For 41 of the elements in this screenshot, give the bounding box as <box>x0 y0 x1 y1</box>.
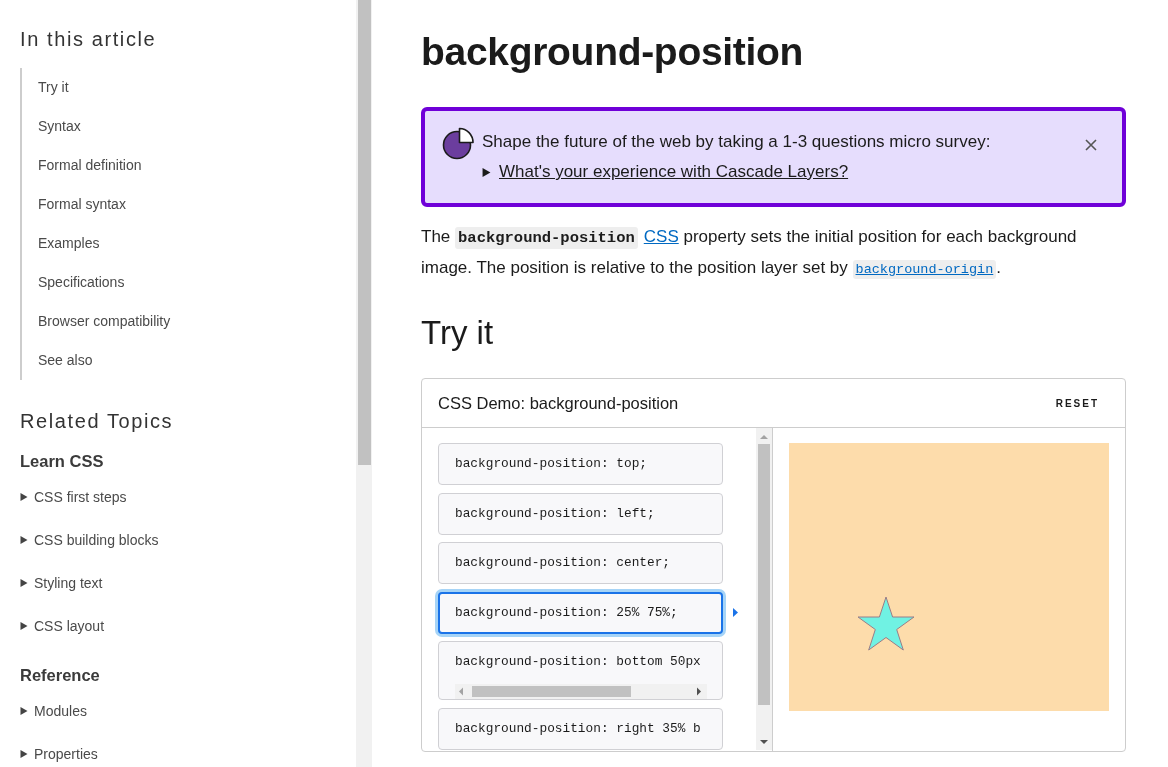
toc-link[interactable]: Formal syntax <box>22 195 126 214</box>
toc-link[interactable]: Formal definition <box>22 156 142 175</box>
toc-link[interactable]: Syntax <box>22 117 81 136</box>
intro-paragraph: The background-position CSS property sets the initial position for each background image. The position is relative to the position layer set by background-origin . <box>421 226 1078 281</box>
reset-button[interactable]: RESET <box>1045 391 1109 415</box>
topic-toggle[interactable]: Modules <box>20 702 87 720</box>
topic-toggle[interactable]: CSS layout <box>20 617 105 635</box>
survey-link[interactable]: What's your experience with Cascade Layers? <box>499 161 849 183</box>
horizontal-scrollbar[interactable] <box>455 684 707 699</box>
survey-text: Shape the future of the web by taking a 1-3 questions micro survey: <box>482 131 991 153</box>
toc-link[interactable]: See also <box>22 351 93 370</box>
caret-icon[interactable] <box>482 167 491 177</box>
toc-link[interactable]: Try it <box>22 78 69 97</box>
code-choice[interactable]: background-position: center; <box>438 542 723 584</box>
topic-toggle[interactable]: Properties <box>20 745 98 763</box>
text-link[interactable]: CSS <box>643 227 679 246</box>
pie-chart-icon <box>442 127 474 160</box>
toc-link[interactable]: Specifications <box>22 273 125 292</box>
topic-group-heading: Reference <box>20 665 101 685</box>
close-icon[interactable] <box>1085 139 1097 151</box>
code-choice[interactable]: background-position: right 35% b <box>438 707 723 750</box>
code-choice[interactable]: background-position: left; <box>438 492 723 535</box>
demo-title: CSS Demo: background-position <box>438 393 679 413</box>
star-icon <box>857 596 916 652</box>
topic-toggle[interactable]: Styling text <box>20 574 103 592</box>
pointer-icon <box>733 608 738 617</box>
code-choice[interactable]: background-position: top; <box>438 443 723 485</box>
toc-link[interactable]: Browser compatibility <box>22 312 171 331</box>
sidebar-scrollbar[interactable] <box>356 0 372 767</box>
topic-group-heading: Learn CSS <box>20 451 105 471</box>
related-topics-heading: Related Topics <box>20 409 175 433</box>
code-choice[interactable]: background-position: 25% 75%; <box>438 591 723 634</box>
topic-toggle[interactable]: CSS first steps <box>20 488 127 506</box>
section-title: Try it <box>421 313 494 353</box>
page-title: background-position <box>421 29 804 75</box>
toc-heading: In this article <box>20 27 158 51</box>
code-link[interactable]: background-origin <box>852 260 997 279</box>
vertical-scrollbar[interactable] <box>756 428 772 750</box>
code-choice[interactable]: background-position: bottom 50px <box>438 641 723 700</box>
topic-toggle[interactable]: CSS building blocks <box>20 531 159 549</box>
toc-link[interactable]: Examples <box>22 234 100 253</box>
